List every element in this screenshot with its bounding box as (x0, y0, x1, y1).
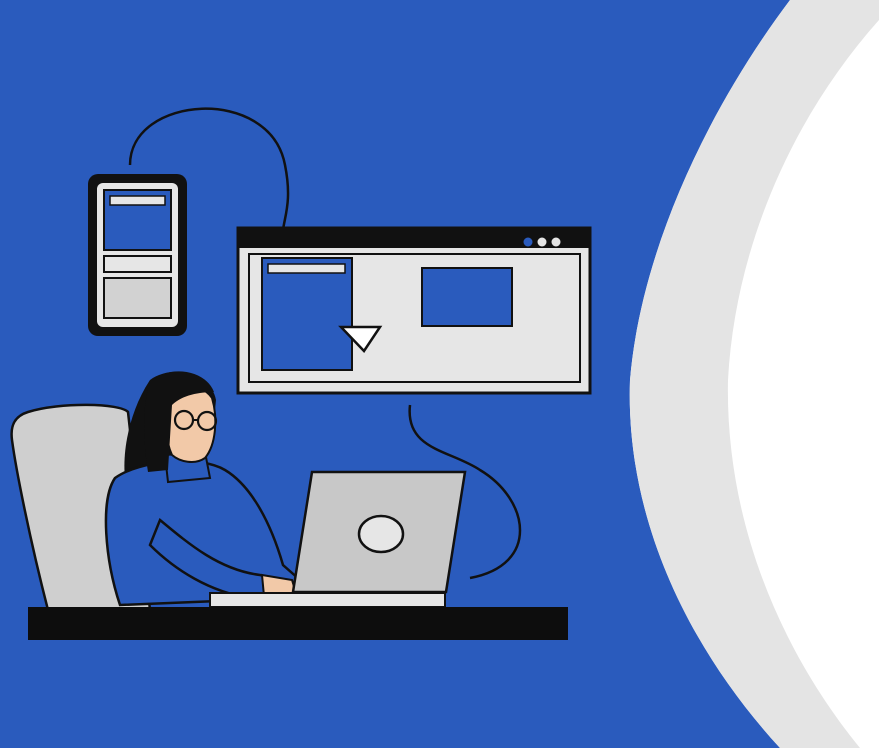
window-dot-blue (523, 237, 533, 247)
window-dot-light-2 (551, 237, 561, 247)
desk (28, 607, 568, 640)
browser-window-icon (236, 226, 592, 395)
illustration-svg (0, 0, 879, 748)
laptop-base (209, 592, 446, 608)
smartphone-icon (88, 174, 187, 336)
laptop-logo-icon (357, 514, 405, 554)
illustration-scene (0, 0, 879, 748)
window-dot-light (537, 237, 547, 247)
